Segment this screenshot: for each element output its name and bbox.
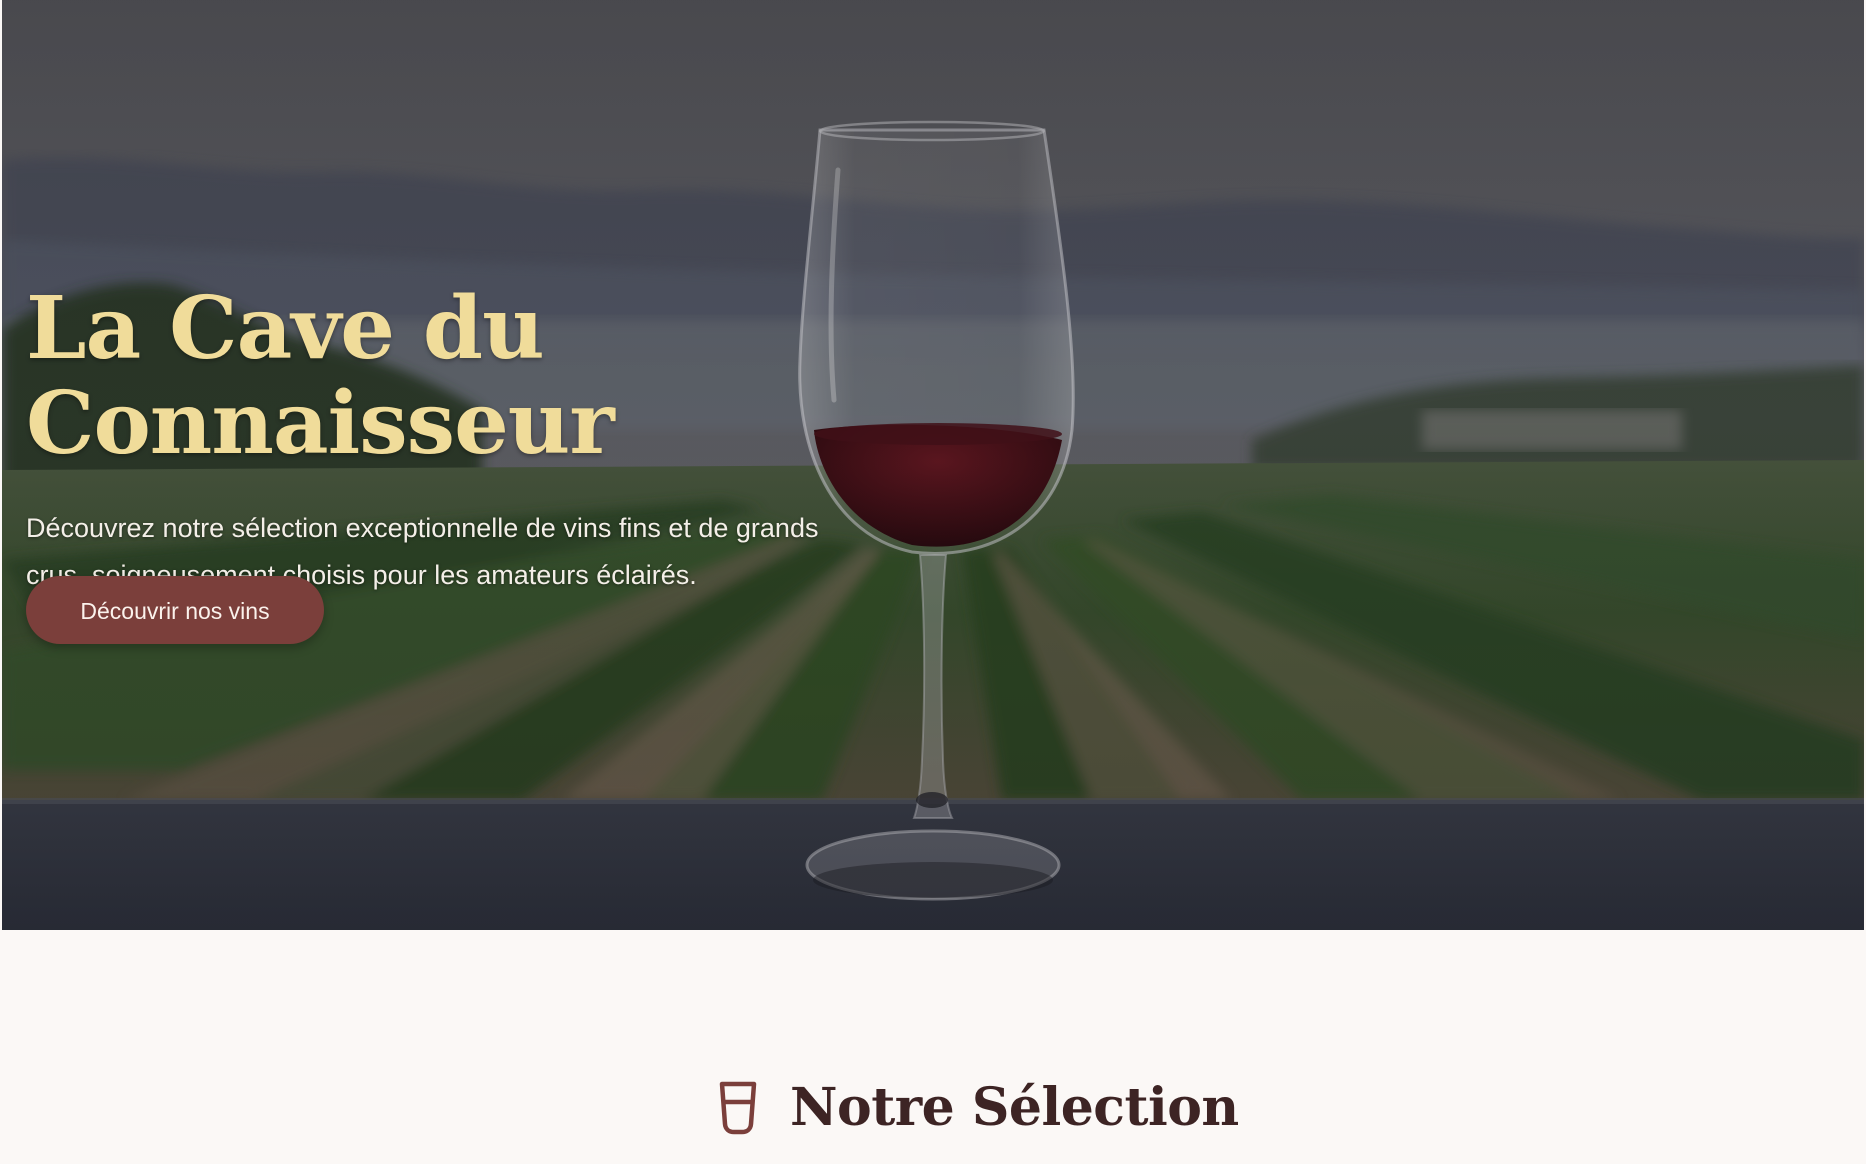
hero-subtitle-line-1: Découvrez notre sélection exceptionnelle… bbox=[26, 513, 819, 544]
hero-content: La Cave du Connaisseur Découvrez notre s… bbox=[26, 278, 1026, 599]
page: La Cave du Connaisseur Découvrez notre s… bbox=[0, 0, 1866, 1164]
selection-section: Notre Sélection bbox=[0, 930, 1866, 1164]
selection-title: Notre Sélection bbox=[790, 1077, 1239, 1138]
selection-heading: Notre Sélection bbox=[716, 1068, 1239, 1148]
wine-glass-icon bbox=[719, 1081, 757, 1135]
hero-section: La Cave du Connaisseur Découvrez notre s… bbox=[2, 0, 1864, 930]
hero-title: La Cave du Connaisseur bbox=[26, 278, 615, 474]
discover-wines-button[interactable]: Découvrir nos vins bbox=[26, 576, 324, 644]
